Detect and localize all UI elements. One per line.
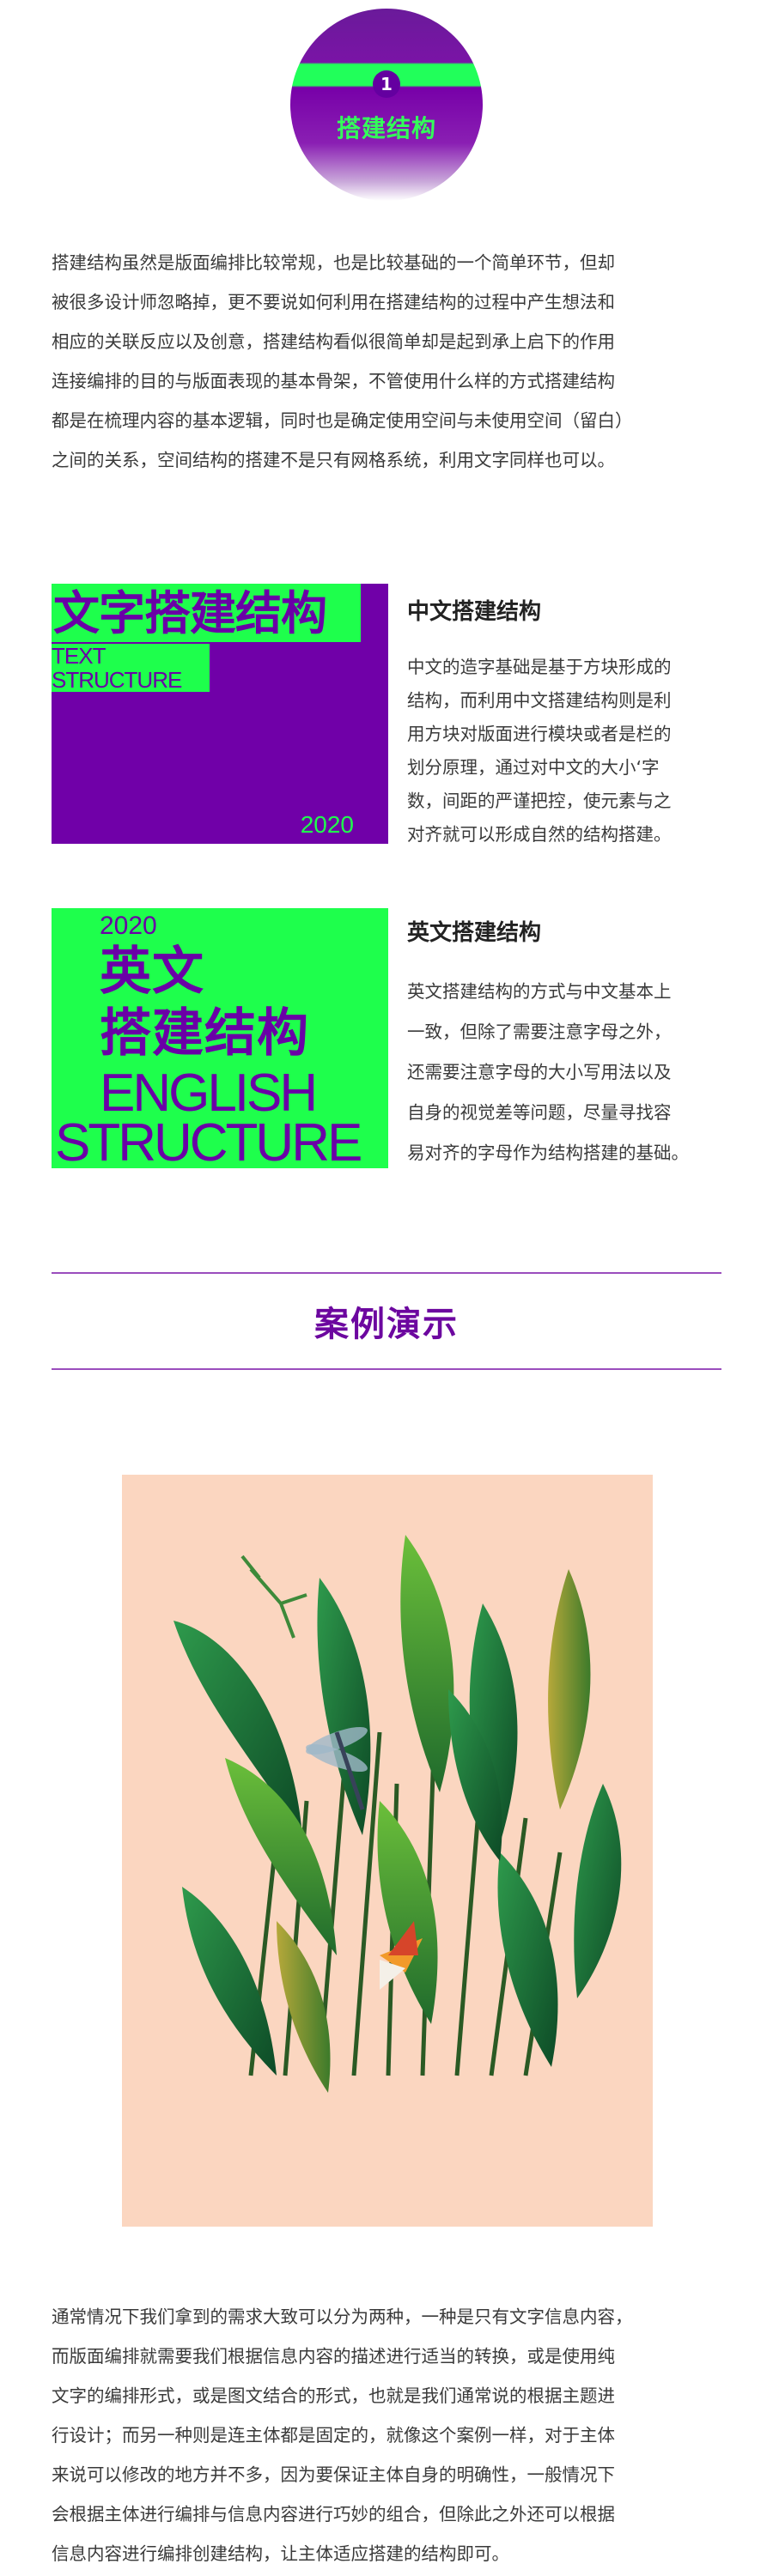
text-line: 用方块对版面进行模块或者是栏的 <box>407 724 672 744</box>
outro-line: 来说可以修改的地方并不多，因为要保证主体自身的明确性，一般情况下 <box>52 2464 615 2485</box>
section-title-badge: 搭建结构 <box>336 114 436 142</box>
card-english-line: STRUCTURE <box>52 667 182 693</box>
card-year: 2020 <box>300 811 354 838</box>
outro-paragraph: 通常情况下我们拿到的需求大致可以分为两种，一种是只有文字信息内容， 而版面编排就… <box>52 2297 730 2573</box>
section-badge: 1 搭建结构 <box>290 9 483 201</box>
outro-line: 文字的编排形式，或是图文结合的形式，也就是我们通常说的根据主题进 <box>52 2385 615 2406</box>
mantis-icon <box>240 1555 307 1639</box>
outro-line: 信息内容进行编排创建结构，让主体适应搭建的结构即可。 <box>52 2543 509 2564</box>
intro-line: 连接编排的目的与版面表现的基本骨架，不管使用什么样的方式搭建结构 <box>52 371 615 391</box>
text-line: 数，间距的严谨把控，使元素与之 <box>407 791 672 811</box>
plant-illustration <box>173 1535 622 2093</box>
card-title: 文字搭建结构 <box>53 586 327 640</box>
text-line: 自身的视觉差等问题，尽量寻找容 <box>407 1102 672 1123</box>
card-chinese-line: 搭建结构 <box>100 1003 309 1064</box>
text-line: 对齐就可以形成自然的结构搭建。 <box>407 824 672 845</box>
text-line: 一致，但除了需要注意字母之外， <box>407 1021 672 1042</box>
case-poster-image <box>122 1475 653 2227</box>
cn-structure-card: 文字搭建结构 TEXT STRUCTURE 2020 <box>52 584 388 844</box>
cn-structure-heading: 中文搭建结构 <box>407 599 542 625</box>
divider-top <box>52 1272 721 1274</box>
card-english-label: TEXT STRUCTURE <box>52 644 210 692</box>
card-chinese-title: 英文 搭建结构 <box>100 941 309 1064</box>
card-chinese-line: 英文 <box>100 942 204 1002</box>
text-line: 结构，而利用中文搭建结构则是利 <box>407 690 672 711</box>
intro-line: 之间的关系，空间结构的搭建不是只有网格系统，利用文字同样也可以。 <box>52 450 615 470</box>
intro-line: 都是在梳理内容的基本逻辑，同时也是确定使用空间与未使用空间（留白） <box>52 410 633 431</box>
intro-line: 被很多设计师忽略掉，更不要说如何利用在搭建结构的过程中产生想法和 <box>52 292 615 312</box>
en-structure-card: 2020 英文 搭建结构 ENGLISH STRUCTURE <box>52 908 388 1168</box>
section-number: 1 <box>373 70 400 98</box>
intro-paragraph: 搭建结构虽然是版面编排比较常规，也是比较基础的一个简单环节，但却 被很多设计师忽… <box>52 243 730 480</box>
card-english-line: STRUCTURE <box>55 1113 362 1169</box>
card-english-line: TEXT <box>52 643 106 669</box>
intro-line: 相应的关联反应以及创意，搭建结构看似很简单却是起到承上启下的作用 <box>52 331 615 352</box>
text-line: 英文搭建结构的方式与中文基本上 <box>407 981 672 1002</box>
divider-bottom <box>52 1368 721 1370</box>
intro-line: 搭建结构虽然是版面编排比较常规，也是比较基础的一个简单环节，但却 <box>52 252 615 273</box>
outro-line: 行设计；而另一种则是连主体都是固定的，就像这个案例一样，对于主体 <box>52 2425 615 2446</box>
text-line: 还需要注意字母的大小写用法以及 <box>407 1062 672 1082</box>
outro-line: 会根据主体进行编排与信息内容进行巧妙的组合，但除此之外还可以根据 <box>52 2504 615 2524</box>
card-year: 2020 <box>100 912 157 940</box>
outro-line: 而版面编排就需要我们根据信息内容的描述进行适当的转换，或是使用纯 <box>52 2346 615 2367</box>
text-line: 划分原理，通过对中文的大小‘字 <box>407 757 660 778</box>
en-structure-heading: 英文搭建结构 <box>407 920 542 946</box>
cn-structure-text: 中文的造字基础是基于方块形成的 结构，而利用中文搭建结构则是利 用方块对版面进行… <box>407 651 730 852</box>
text-line: 易对齐的字母作为结构搭建的基础。 <box>407 1143 689 1163</box>
text-line: 中文的造字基础是基于方块形成的 <box>407 657 672 677</box>
outro-line: 通常情况下我们拿到的需求大致可以分为两种，一种是只有文字信息内容， <box>52 2306 633 2327</box>
section-heading: 案例演示 <box>314 1305 459 1344</box>
dragonfly-icon <box>306 1726 368 1810</box>
card-english-line: ENGLISH <box>100 1064 318 1123</box>
en-structure-text: 英文搭建结构的方式与中文基本上 一致，但除了需要注意字母之外， 还需要注意字母的… <box>407 972 730 1173</box>
